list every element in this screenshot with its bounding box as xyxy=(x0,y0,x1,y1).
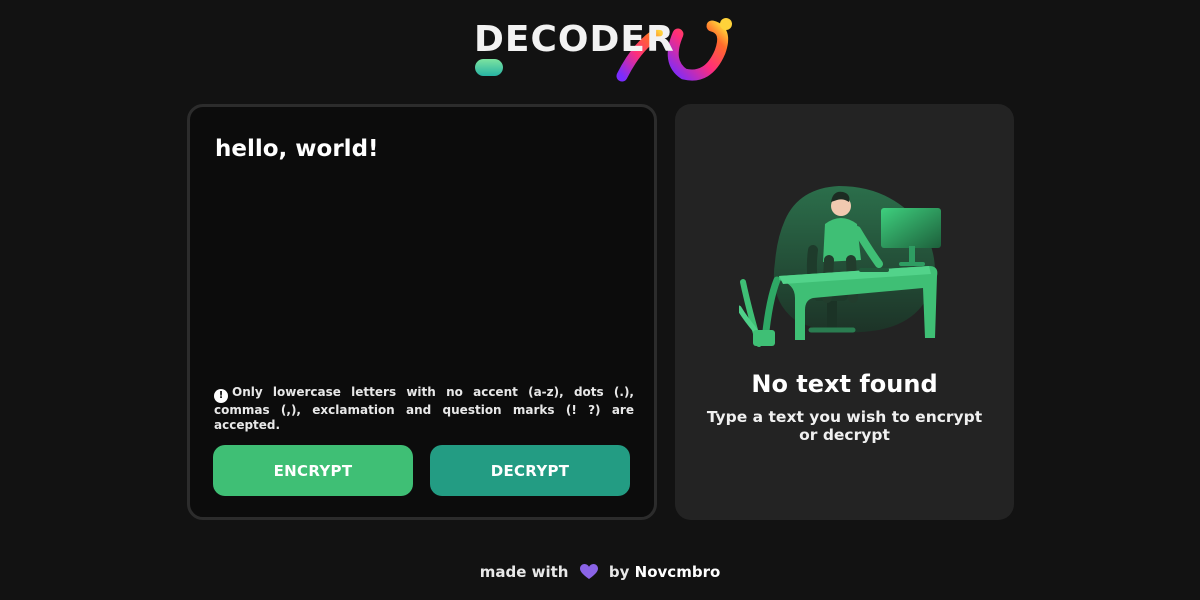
input-panel: hello, world! ! Only lowercase letters wi… xyxy=(187,104,657,520)
message-input[interactable]: hello, world! xyxy=(215,135,635,355)
empty-state-title: No text found xyxy=(751,370,938,398)
footer: made with by Novcmbro xyxy=(0,563,1200,581)
person-at-computer-illustration xyxy=(739,186,941,347)
encrypt-button[interactable]: ENCRYPT xyxy=(213,445,413,496)
input-notice: ! Only lowercase letters with no accent (… xyxy=(214,385,634,432)
empty-state-subtitle: Type a text you wish to encrypt or decry… xyxy=(706,408,983,444)
decrypt-button[interactable]: DECRYPT xyxy=(430,445,630,496)
decoder-logo: DECODER xyxy=(468,14,738,86)
notice-text: Only lowercase letters with no accent (a… xyxy=(214,385,634,432)
footer-by: by xyxy=(608,563,630,581)
heart-icon xyxy=(579,564,598,579)
logo-wordmark: DECODER xyxy=(474,19,675,60)
footer-prefix: made with xyxy=(479,563,569,581)
app-page: DECODER hello, world! ! Only lowercase le… xyxy=(0,0,1200,600)
footer-author-link[interactable]: Novcmbro xyxy=(635,563,721,581)
logo-pill-graphic xyxy=(475,59,503,76)
output-panel: No text found Type a text you wish to en… xyxy=(675,104,1014,520)
exclamation-circle-icon: ! xyxy=(214,389,228,403)
